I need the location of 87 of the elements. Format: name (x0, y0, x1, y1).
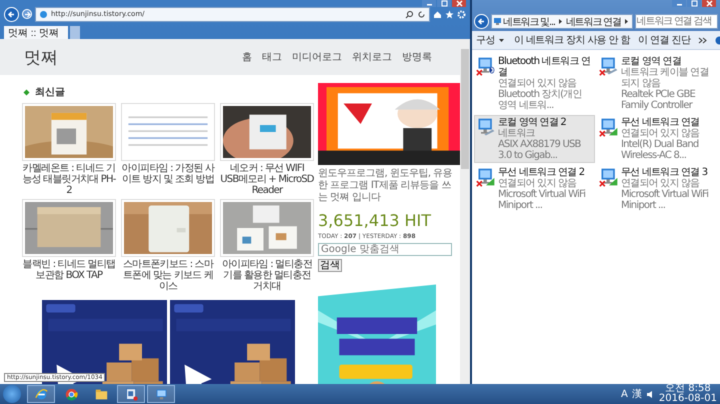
forward-arrow-icon (22, 10, 32, 18)
close-button[interactable] (702, 0, 716, 7)
post-title[interactable]: 아이피타임 : 가정된 사이트 방지 및 조회 방법 (121, 163, 215, 185)
network-monitor-icon (154, 388, 168, 400)
breadcrumb-bar[interactable]: 네트워크 및... 네트워크 연결 (491, 14, 633, 29)
search-button[interactable]: 검색 (318, 259, 342, 272)
adapter-name: Bluetooth 장치(개인 영역 네트워... (498, 89, 583, 111)
settings-icon[interactable] (457, 10, 466, 18)
minimize-button[interactable] (422, 0, 436, 7)
search-field[interactable]: Google 맞춤검색 (318, 243, 452, 256)
clock[interactable]: 오전 8:58 2016-08-01 (658, 384, 717, 404)
back-arrow-icon (477, 17, 486, 26)
chrome-icon (64, 388, 78, 400)
star-icon[interactable] (445, 10, 454, 18)
home-icon[interactable] (433, 10, 442, 18)
taskbar-app[interactable] (147, 385, 175, 403)
connection-name: Bluetooth 네트워크 연결 (498, 56, 592, 78)
toolbar-button[interactable]: 구성 (476, 33, 506, 47)
refresh-icon[interactable] (417, 10, 426, 18)
nav-link[interactable]: 태그 (262, 50, 282, 64)
search-field[interactable]: 네트워크 연결 검색 (634, 14, 718, 29)
post-title[interactable]: 스마트폰키보드 : 스마트폰에 맞는 키보드 케이스 (121, 259, 215, 292)
back-arrow-icon (7, 10, 16, 18)
breadcrumb-item[interactable]: 네트워크 및... (503, 14, 555, 28)
close-button[interactable] (452, 0, 466, 7)
connection-name: 무선 네트워크 연결 (621, 117, 700, 128)
close-icon (704, 0, 714, 8)
connection-name: 무선 네트워크 연결 2 (498, 167, 586, 178)
connection-name: 로컬 영역 연결 2 (498, 117, 567, 128)
connection-status: 네트워크 (498, 128, 536, 139)
adapter-name: Microsoft Virtual WiFi Miniport ... (621, 189, 710, 211)
maximize-icon (690, 0, 698, 8)
adapter-name: ASIX AX88179 USB 3.0 to Gigab... (498, 139, 582, 161)
network-connection[interactable]: 로컬 영역 연결 2 네트워크 ASIX AX88179 USB 3.0 to Gigab... (474, 115, 595, 163)
blog-title[interactable]: 멋쪄 (24, 46, 58, 68)
network-connection[interactable]: 무선 네트워크 연결 연결되어 있지 않음 Intel(R) Dual Band Wireless-AC 8... (597, 115, 718, 163)
network-connection[interactable]: Bluetooth 네트워크 연결 연결되어 있지 않음 Bluetooth 장치(개인 영역 네트워... (474, 54, 595, 113)
folder-icon (94, 388, 108, 400)
toolbar-button[interactable]: 이 연결 진단 (638, 33, 690, 47)
network-connection[interactable]: 로컬 영역 연결 네트워크 케이블 연결되지 않음 Realtek PCIe GBE Family Controller (597, 54, 718, 113)
connection-status: 연결되어 있지 않음 (498, 78, 578, 89)
adapter-name: Realtek PCIe GBE Family Controller (621, 89, 696, 111)
connection-name: 무선 네트워크 연결 3 (621, 167, 708, 178)
volume-icon[interactable] (646, 390, 655, 398)
nav-link[interactable]: 미디어로그 (292, 50, 342, 64)
minimize-button[interactable] (672, 0, 686, 7)
network-icon (493, 17, 502, 26)
toolbar-button[interactable]: 이 네트워크 장치 사용 안 함 (514, 33, 630, 47)
post-title[interactable]: 네오커 : 무선 WIFI USB메모리 + MicroSD Reader (220, 163, 314, 196)
taskbar-app[interactable] (27, 385, 55, 403)
connection-status: 연결되어 있지 않음 (498, 178, 578, 189)
nav-link[interactable]: 홈 (242, 50, 252, 64)
more-chevron-icon[interactable] (698, 36, 708, 44)
post-title[interactable]: 블랙빈 : 티네드 멀티탭 보관함 BOX TAP (22, 259, 116, 281)
ime-indicator[interactable]: A (621, 388, 628, 400)
breadcrumb-item[interactable]: 네트워크 연결 (566, 14, 621, 28)
connection-status: 네트워크 케이블 연결되지 않음 (621, 67, 710, 89)
post-title[interactable]: 카멜레온트 : 티네드 기능성 태블릿거치대 PH-2 (22, 163, 116, 196)
network-connection[interactable]: 무선 네트워크 연결 2 연결되어 있지 않음 Microsoft Virtual WiFi Miniport ... (474, 165, 595, 213)
app-window-icon (124, 388, 138, 400)
taskbar-app[interactable] (117, 385, 145, 403)
nav-link[interactable]: 방명록 (402, 50, 432, 64)
connection-status: 연결되어 있지 않음 (621, 128, 700, 139)
forward-button[interactable] (22, 9, 32, 19)
maximize-button[interactable] (437, 0, 451, 7)
blog-description: 윈도우프로그램, 윈도우팁, 유용한 프로그램 IT제품 리뷰등을 쓰는 멋쪄 입니다 (318, 168, 454, 204)
search-icon[interactable] (405, 10, 414, 18)
browser-tab[interactable]: 멋쪄 :: 멋쪄 (4, 26, 68, 39)
maximize-button[interactable] (687, 0, 701, 7)
start-button[interactable] (3, 385, 21, 403)
browser-e-icon (34, 388, 48, 400)
connection-status: 연결되어 있지 않음 (621, 178, 700, 189)
adapter-name: Intel(R) Dual Band Wireless-AC 8... (621, 139, 700, 161)
scrollbar[interactable] (460, 39, 470, 384)
ime-indicator[interactable]: 漢 (632, 387, 642, 401)
nav-link[interactable]: 위치로그 (352, 50, 392, 64)
connection-name: 로컬 영역 연결 (621, 56, 682, 67)
back-button[interactable] (474, 14, 489, 29)
section-title: 최신글 (35, 86, 65, 99)
adapter-name: Microsoft Virtual WiFi Miniport ... (498, 189, 586, 211)
network-connection[interactable]: 무선 네트워크 연결 3 연결되어 있지 않음 Microsoft Virtual WiFi Miniport ... (597, 165, 718, 213)
bullet-icon (22, 88, 31, 96)
hit-counter: 3,651,413 HIT (318, 211, 432, 230)
back-button[interactable] (4, 6, 19, 22)
post-title[interactable]: 아이피타임 : 멀티충전기를 활용한 멀티충전 거치대 (220, 259, 314, 292)
maximize-icon (440, 0, 448, 8)
close-icon (454, 0, 464, 8)
